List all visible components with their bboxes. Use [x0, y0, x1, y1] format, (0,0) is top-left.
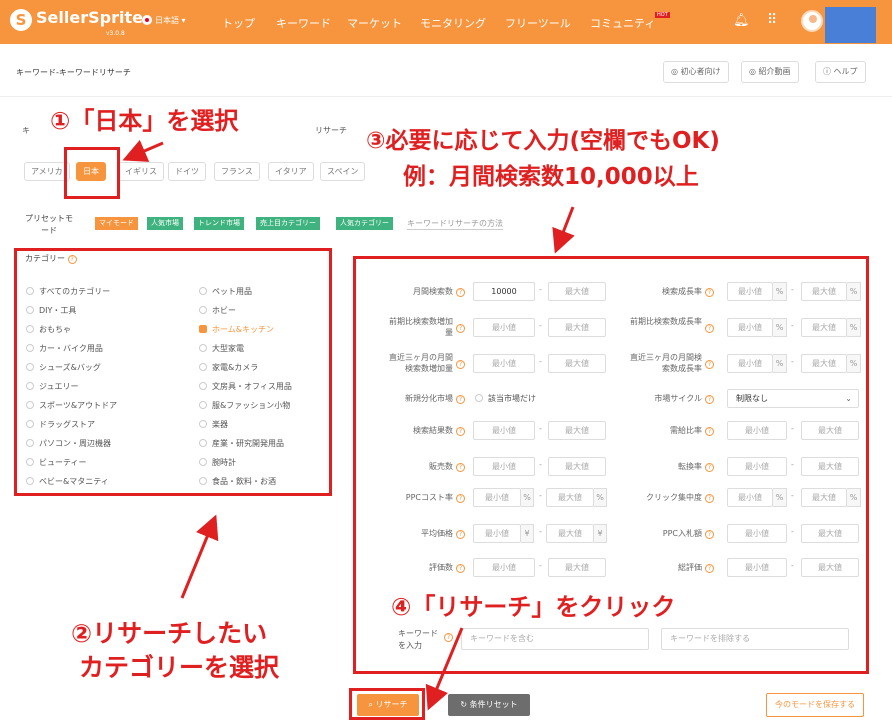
arrow-step4 [425, 627, 464, 711]
arrow-step3 [552, 206, 575, 254]
arrow-step1 [122, 139, 164, 162]
arrow-step2 [180, 514, 219, 599]
annotation-arrows [122, 139, 575, 711]
